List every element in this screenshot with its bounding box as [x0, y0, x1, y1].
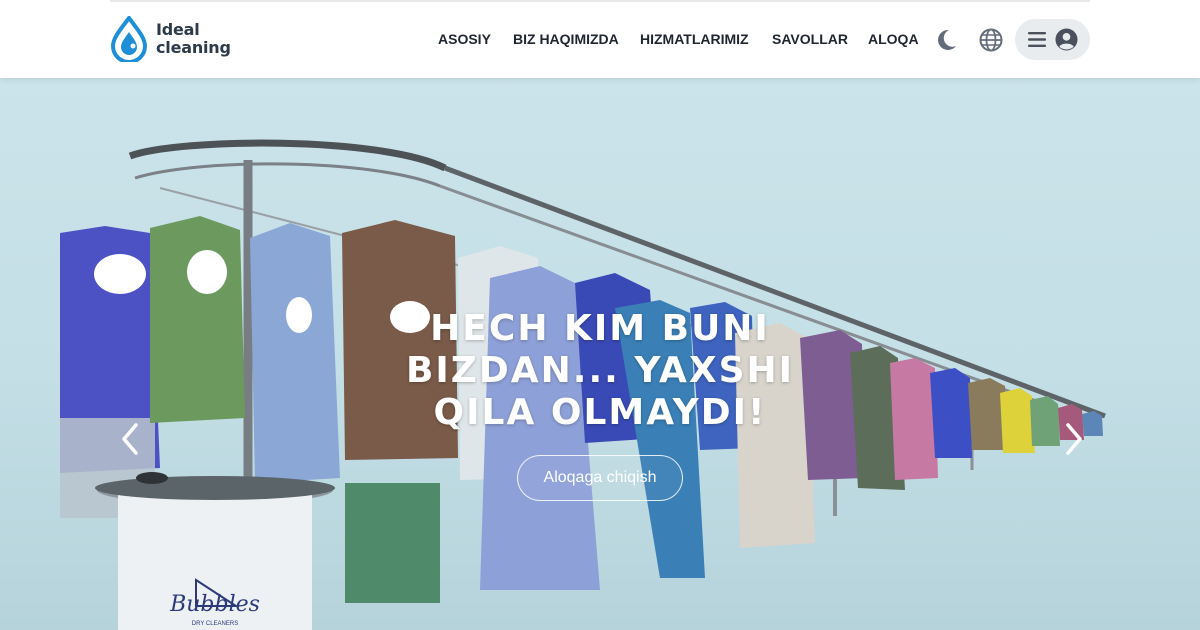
- logo-wordmark: Ideal cleaning: [156, 21, 231, 57]
- counter-brand-sign: Bubbles: [169, 592, 260, 617]
- chevron-left-icon[interactable]: [118, 421, 142, 457]
- user-circle-icon: [1055, 28, 1078, 51]
- water-drop-logo-icon: [110, 16, 148, 62]
- nav-link-savollar[interactable]: SAVOLLAR: [772, 31, 848, 47]
- site-header: Ideal cleaning ASOSIY BIZ HAQIMIZDA HIZM…: [0, 0, 1200, 78]
- header-top-divider: [110, 0, 1090, 2]
- hamburger-menu-icon: [1028, 32, 1046, 47]
- counter-brand-subtext: DRY CLEANERS: [192, 621, 238, 627]
- contact-button[interactable]: Aloqaga chiqish: [517, 455, 683, 501]
- account-menu-button[interactable]: [1015, 19, 1090, 60]
- nav-link-aloqa[interactable]: ALOQA: [868, 31, 919, 47]
- nav-link-biz-haqimizda[interactable]: BIZ HAQIMIZDA: [513, 31, 619, 47]
- hero-title: HECH KIM BUNI BIZDAN... YAXSHI QILA OLMA…: [405, 308, 795, 433]
- hero-slider: Bubbles DRY CLEANERS HECH KIM BUNI BIZDA…: [0, 78, 1200, 630]
- site-logo[interactable]: Ideal cleaning: [110, 16, 231, 62]
- moon-icon[interactable]: [933, 27, 959, 53]
- logo-text-line1: Ideal: [156, 20, 200, 39]
- logo-text-line2: cleaning: [156, 38, 231, 57]
- nav-link-asosiy[interactable]: ASOSIY: [438, 31, 491, 47]
- nav-link-hizmatlarimiz[interactable]: HIZMATLARIMIZ: [640, 31, 749, 47]
- chevron-right-icon[interactable]: [1062, 421, 1086, 457]
- globe-icon[interactable]: [978, 27, 1004, 53]
